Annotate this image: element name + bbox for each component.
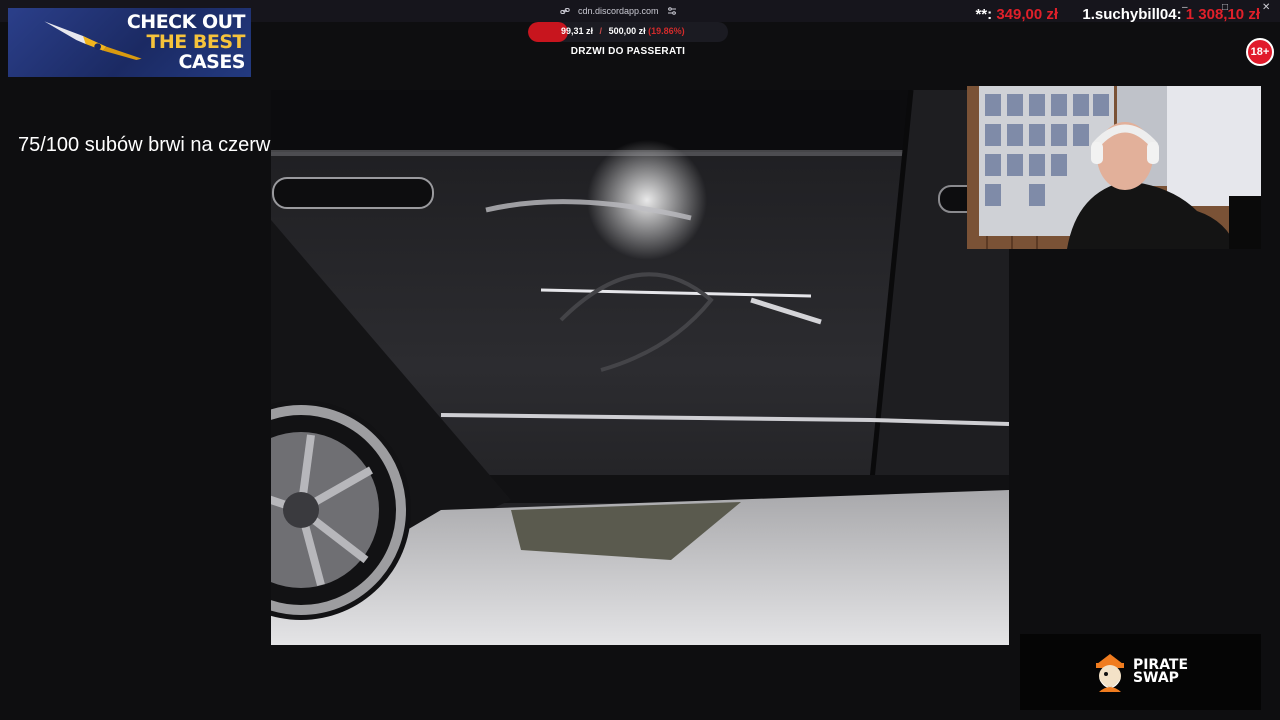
promo-text: CHECK OUT THE BEST CASES [126,11,246,73]
promo-line-2: THE BEST [146,31,245,53]
settings-sliders-icon[interactable] [667,6,677,16]
close-icon[interactable]: ✕ [1262,2,1270,13]
webcam-illustration [967,86,1261,249]
promo-line-3: CASES [178,51,246,73]
promo-line-1: CHECK OUT [126,11,246,33]
goal-separator: / [599,26,603,36]
age-rating-badge: 18+ [1246,38,1274,66]
donation-goal: 99,31 zł / 500,00 zł (19.86%) [528,22,728,44]
webcam-feed [967,86,1261,249]
pirate-mascot-icon [1095,654,1124,692]
top-donors: **: 349,00 zł 1.suchybill04: 1 308,10 zł [975,6,1260,23]
car-door-illustration [271,90,1009,645]
car-door-photo [271,90,1009,645]
sponsor-line-2: SWAP [1132,670,1179,686]
goal-target: 500,00 zł [608,26,646,36]
prev-donor-amount: 349,00 zł [996,6,1059,23]
goal-title: DRZWI DO PASSERATI [570,46,686,57]
goal-current: 99,31 zł [561,26,594,36]
sponsor-wordmark: PIRATE SWAP [1132,658,1188,686]
link-icon [560,8,570,14]
top-donor-name: 1.suchybill04: [1082,6,1182,23]
pirateswap-logo[interactable]: PIRATE SWAP [1020,634,1261,710]
overlay-caption: 75/100 subów brwi na czerwone [18,134,304,156]
goal-percent: (19.86%) [648,26,685,36]
url-text: cdn.discordapp.com [578,6,659,16]
promo-banner[interactable]: CHECK OUT THE BEST CASES [8,8,251,77]
goal-amounts: 99,31 zł / 500,00 zł (19.86%) [561,26,685,36]
prev-donor-name: **: [975,6,993,23]
top-donor-amount: 1 308,10 zł [1185,6,1260,23]
url-bar[interactable]: cdn.discordapp.com [560,4,677,18]
